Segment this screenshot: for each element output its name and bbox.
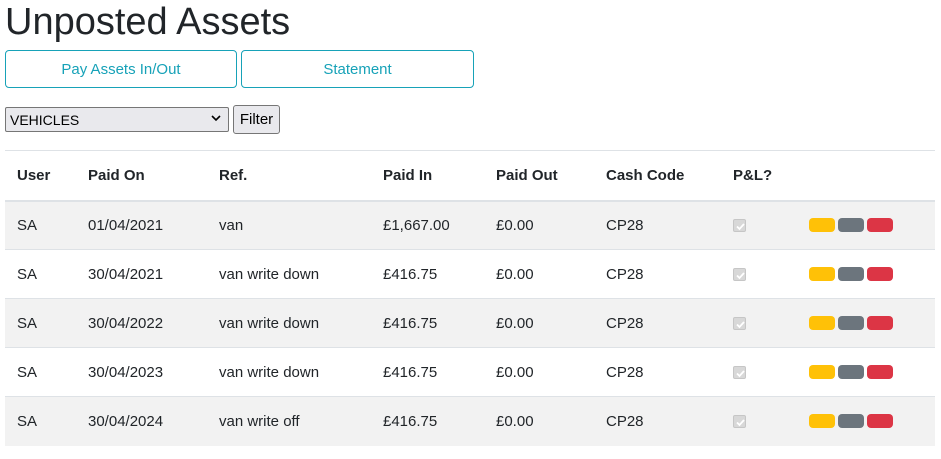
column-header-actions [793,150,935,202]
cell-paid-on: 30/04/2023 [88,363,164,381]
cell-pl [721,299,793,348]
checkmark-icon [736,370,745,378]
delete-button[interactable] [867,316,893,330]
cell-ref: van write down [219,314,320,332]
row-actions [805,365,935,379]
view-button[interactable] [838,218,864,233]
column-header-user: User [5,150,76,202]
edit-button[interactable] [809,414,835,429]
column-header-paid-in: Paid In [371,150,484,202]
edit-button[interactable] [809,365,835,379]
row-actions [805,267,935,281]
cell-ref: van write off [219,412,300,430]
filter-button[interactable]: Filter [233,105,280,134]
cell-cash-code: CP28 [606,412,644,430]
page: Unposted Assets Pay Assets In/Out Statem… [0,0,941,459]
cell-actions [793,250,935,299]
cell-paid-on: 30/04/2021 [88,265,164,283]
cell-actions [793,397,935,446]
chevron-down-icon [211,115,221,122]
cell-paid-on: 30/04/2024 [88,412,164,430]
view-button[interactable] [838,365,864,379]
pl-checkbox [733,317,746,331]
table-row: SA 30/04/2021 van write down £416.75 £0.… [5,249,935,299]
cell-user: SA [17,363,38,381]
cell-paid-in: £416.75 [383,412,438,430]
cell-paid-in: £416.75 [383,314,438,332]
checkmark-icon [736,272,745,280]
cell-ref: van write down [219,363,320,381]
edit-button[interactable] [809,267,835,281]
pl-checkbox [733,268,746,282]
cell-pl [721,348,793,397]
category-select-value: VEHICLES [10,111,80,128]
cell-cash-code: CP28 [606,314,644,332]
cell-cash-code: CP28 [606,363,644,381]
row-actions [805,218,935,233]
cell-paid-out: £0.00 [496,363,534,381]
table-body: SA 01/04/2021 van £1,667.00 £0.00 CP28 S… [5,200,935,446]
column-header-paid-out: Paid Out [484,150,594,202]
cell-paid-out: £0.00 [496,412,534,430]
cell-paid-out: £0.00 [496,314,534,332]
cell-cash-code: CP28 [606,216,644,234]
cell-paid-out: £0.00 [496,265,534,283]
checkmark-icon [736,321,745,329]
column-header-pl: P&L? [721,150,793,202]
delete-button[interactable] [867,414,893,429]
page-title: Unposted Assets [5,1,291,43]
delete-button[interactable] [867,267,893,281]
cell-actions [793,348,935,397]
cell-user: SA [17,265,38,283]
column-header-ref: Ref. [207,150,371,202]
table-row: SA 30/04/2022 van write down £416.75 £0.… [5,298,935,348]
delete-button[interactable] [867,218,893,233]
cell-paid-in: £416.75 [383,363,438,381]
column-header-cash-code: Cash Code [594,150,721,202]
cell-user: SA [17,412,38,430]
cell-ref: van [219,216,244,234]
pl-checkbox [733,415,746,429]
table-header-row: User Paid On Ref. Paid In Paid Out Cash … [5,150,935,202]
row-actions [805,414,935,429]
view-button[interactable] [838,414,864,429]
cell-cash-code: CP28 [606,265,644,283]
cell-pl [721,397,793,446]
cell-ref: van write down [219,265,320,283]
table-row: SA 30/04/2023 van write down £416.75 £0.… [5,347,935,397]
assets-table: User Paid On Ref. Paid In Paid Out Cash … [5,150,935,446]
cell-user: SA [17,216,38,234]
column-header-paid-on: Paid On [76,150,207,202]
cell-user: SA [17,314,38,332]
delete-button[interactable] [867,365,893,379]
checkmark-icon [736,419,745,427]
cell-actions [793,299,935,348]
table-row: SA 30/04/2024 van write off £416.75 £0.0… [5,396,935,446]
edit-button[interactable] [809,218,835,233]
view-button[interactable] [838,267,864,281]
category-select[interactable]: VEHICLES [5,107,229,132]
cell-paid-in: £1,667.00 [383,216,450,234]
edit-button[interactable] [809,316,835,330]
cell-pl [721,201,793,250]
cell-paid-on: 30/04/2022 [88,314,164,332]
cell-paid-in: £416.75 [383,265,438,283]
cell-pl [721,250,793,299]
statement-button[interactable]: Statement [241,50,474,88]
checkmark-icon [736,223,745,231]
cell-paid-out: £0.00 [496,216,534,234]
row-actions [805,316,935,330]
cell-actions [793,201,935,250]
pl-checkbox [733,366,746,380]
pay-assets-button[interactable]: Pay Assets In/Out [5,50,237,88]
cell-paid-on: 01/04/2021 [88,216,164,234]
view-button[interactable] [838,316,864,330]
pl-checkbox [733,219,746,233]
table-row: SA 01/04/2021 van £1,667.00 £0.00 CP28 [5,200,935,250]
